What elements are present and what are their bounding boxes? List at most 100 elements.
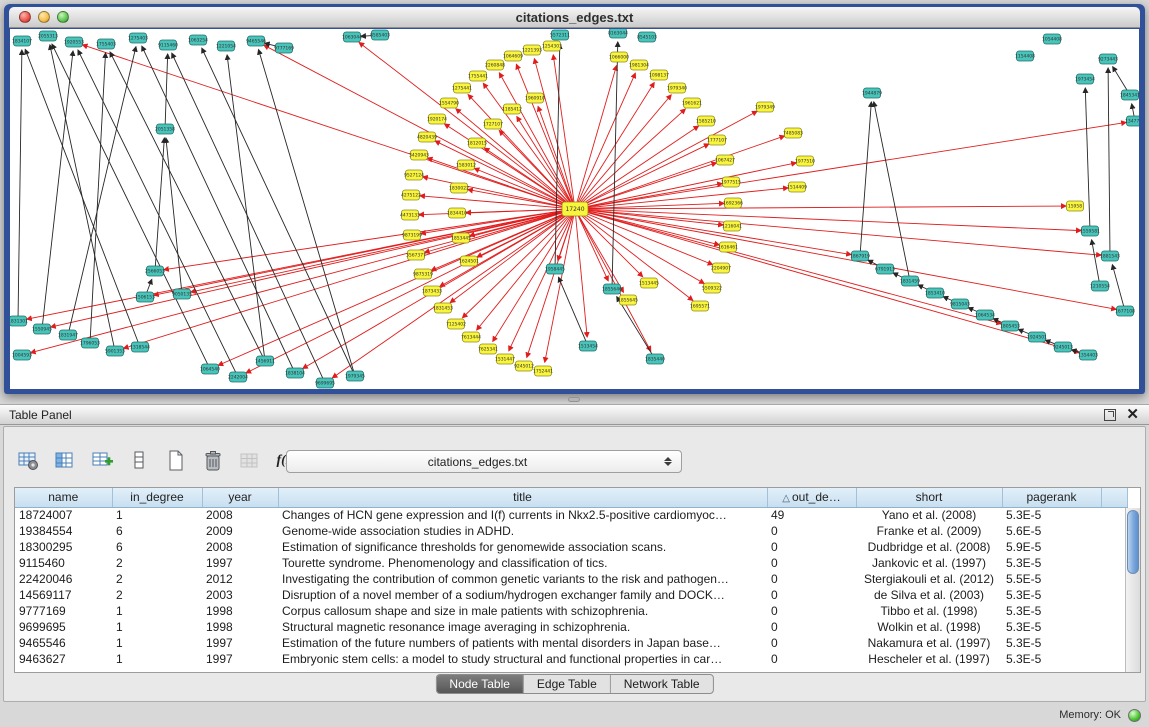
table-row[interactable]: 1938455462009Genome-wide association stu…: [15, 523, 1127, 539]
graph-node[interactable]: 2260848: [485, 60, 505, 70]
graph-node[interactable]: 1979349: [755, 102, 775, 112]
graph-node[interactable]: 9115460: [158, 40, 178, 50]
graph-node[interactable]: 1845341: [1120, 90, 1139, 100]
graph-node[interactable]: 1585210: [696, 116, 716, 126]
graph-node[interactable]: 1513445: [639, 278, 659, 288]
graph-node[interactable]: 1210554: [1090, 281, 1110, 291]
graph-node[interactable]: 1981304: [629, 60, 649, 70]
graph-node[interactable]: 8545103: [637, 32, 657, 42]
close-window-button[interactable]: [19, 11, 31, 23]
graph-node[interactable]: 9527124: [404, 170, 424, 180]
graph-node[interactable]: 1221393: [522, 45, 542, 55]
graph-node[interactable]: 6791913: [875, 264, 895, 274]
close-panel-icon[interactable]: ✕: [1126, 409, 1139, 421]
graph-node[interactable]: 1098137: [649, 70, 669, 80]
zoom-window-button[interactable]: [57, 11, 69, 23]
graph-node[interactable]: 7125402: [446, 319, 466, 329]
graph-node[interactable]: 1831453: [433, 303, 453, 313]
graph-node[interactable]: 1066000: [609, 52, 629, 62]
graph-node[interactable]: 5509322: [702, 283, 722, 293]
show-columns-icon[interactable]: [51, 447, 79, 475]
table-row[interactable]: 1830029562008Estimation of significance …: [15, 539, 1127, 555]
graph-node[interactable]: 1920553: [64, 37, 84, 47]
graph-node[interactable]: 1514409: [787, 182, 807, 192]
graph-node[interactable]: 1216041: [722, 221, 742, 231]
table-row[interactable]: 1872400712008Changes of HCN gene express…: [15, 507, 1127, 523]
graph-node[interactable]: 1550945: [32, 324, 52, 334]
new-table-icon[interactable]: [162, 447, 190, 475]
graph-node[interactable]: 1318544: [130, 342, 150, 352]
table-row[interactable]: 1456911722003Disruption of a novel membe…: [15, 587, 1127, 603]
table-vertical-scrollbar[interactable]: [1125, 508, 1140, 672]
graph-node[interactable]: 1054408: [1042, 34, 1062, 44]
graph-node[interactable]: 15958: [1067, 201, 1084, 211]
graph-node[interactable]: 1853445: [451, 233, 471, 243]
network-canvas[interactable]: 1724012543031221393106460922608481755441…: [10, 29, 1139, 389]
graph-node[interactable]: 1063044: [342, 32, 362, 42]
graph-node[interactable]: 2204907: [711, 263, 731, 273]
graph-node[interactable]: 2051358: [155, 124, 175, 134]
table-row[interactable]: 911546021997Tourette syndrome. Phenomeno…: [15, 555, 1127, 571]
import-table-icon[interactable]: [236, 447, 264, 475]
graph-node[interactable]: 8163044: [608, 29, 628, 38]
column-header-short[interactable]: short: [856, 488, 1002, 507]
graph-node[interactable]: 1961621: [682, 98, 702, 108]
graph-node[interactable]: 1064609: [503, 51, 523, 61]
graph-node[interactable]: 1154408: [1015, 51, 1035, 61]
graph-node[interactable]: 9465546: [246, 36, 266, 46]
graph-node[interactable]: 1755441: [468, 71, 488, 81]
graph-node[interactable]: 1456911: [255, 356, 275, 366]
graph-node[interactable]: 1692366: [723, 198, 743, 208]
graph-node[interactable]: 1838104: [285, 368, 305, 378]
graph-node[interactable]: 1920174: [427, 114, 447, 124]
delete-column-icon[interactable]: [125, 447, 153, 475]
graph-node[interactable]: 1831459: [900, 276, 920, 286]
graph-node[interactable]: 7613444: [461, 332, 481, 342]
table-row[interactable]: 2242004622012Investigating the contribut…: [15, 571, 1127, 587]
graph-node[interactable]: 9699695: [315, 378, 335, 388]
graph-node[interactable]: 9050135: [172, 289, 192, 299]
tab-node-table[interactable]: Node Table: [436, 675, 524, 693]
graph-node[interactable]: 5901353: [105, 346, 125, 356]
table-row[interactable]: 946362711997Embryonic stem cells: a mode…: [15, 651, 1127, 667]
delete-table-icon[interactable]: [199, 447, 227, 475]
graph-node[interactable]: 4473133: [400, 210, 420, 220]
graph-node[interactable]: 1834107: [12, 36, 32, 46]
graph-node[interactable]: 1221054: [216, 41, 236, 51]
column-header-pagerank[interactable]: pagerank: [1002, 488, 1101, 507]
graph-node[interactable]: 3420943: [409, 150, 429, 160]
graph-node[interactable]: 1064534: [975, 310, 995, 320]
graph-node[interactable]: 4275122: [401, 190, 421, 200]
graph-node[interactable]: 1979345: [345, 371, 365, 381]
tab-network-table[interactable]: Network Table: [611, 675, 713, 693]
graph-node[interactable]: 9875319: [413, 269, 433, 279]
graph-node[interactable]: 1944879: [862, 88, 882, 98]
graph-node[interactable]: 9777169: [274, 43, 294, 53]
graph-node[interactable]: 1867919: [850, 251, 870, 261]
graph-node-center[interactable]: 17240: [562, 202, 588, 216]
column-header-year[interactable]: year: [202, 488, 278, 507]
graph-node[interactable]: 1185412: [502, 104, 522, 114]
graph-node[interactable]: 1777107: [707, 135, 727, 145]
graph-node[interactable]: 1695571: [690, 301, 710, 311]
graph-node[interactable]: 1004593: [12, 350, 32, 360]
tab-edge-table[interactable]: Edge Table: [524, 675, 611, 693]
graph-node[interactable]: 1960910: [525, 93, 545, 103]
graph-node[interactable]: 1873433: [422, 286, 442, 296]
column-header-out_de[interactable]: △out_de…: [767, 488, 856, 507]
graph-node[interactable]: 1812015: [467, 138, 487, 148]
graph-node[interactable]: 1881543: [1100, 251, 1120, 261]
graph-node[interactable]: 4820439: [417, 132, 437, 142]
scrollbar-thumb[interactable]: [1127, 510, 1139, 574]
float-panel-icon[interactable]: [1104, 409, 1116, 421]
graph-node[interactable]: 1506153: [135, 292, 155, 302]
graph-node[interactable]: 1752441: [533, 366, 553, 376]
graph-node[interactable]: 1347713: [1125, 116, 1139, 126]
graph-node[interactable]: 1924501: [1027, 332, 1047, 342]
graph-node[interactable]: 1977510: [795, 156, 815, 166]
graph-node[interactable]: 1979340: [667, 83, 687, 93]
graph-node[interactable]: 1064540: [200, 364, 220, 374]
graph-node[interactable]: 1973454: [1075, 74, 1095, 84]
graph-node[interactable]: 1067427: [715, 155, 735, 165]
graph-node[interactable]: 2055313: [38, 31, 58, 41]
